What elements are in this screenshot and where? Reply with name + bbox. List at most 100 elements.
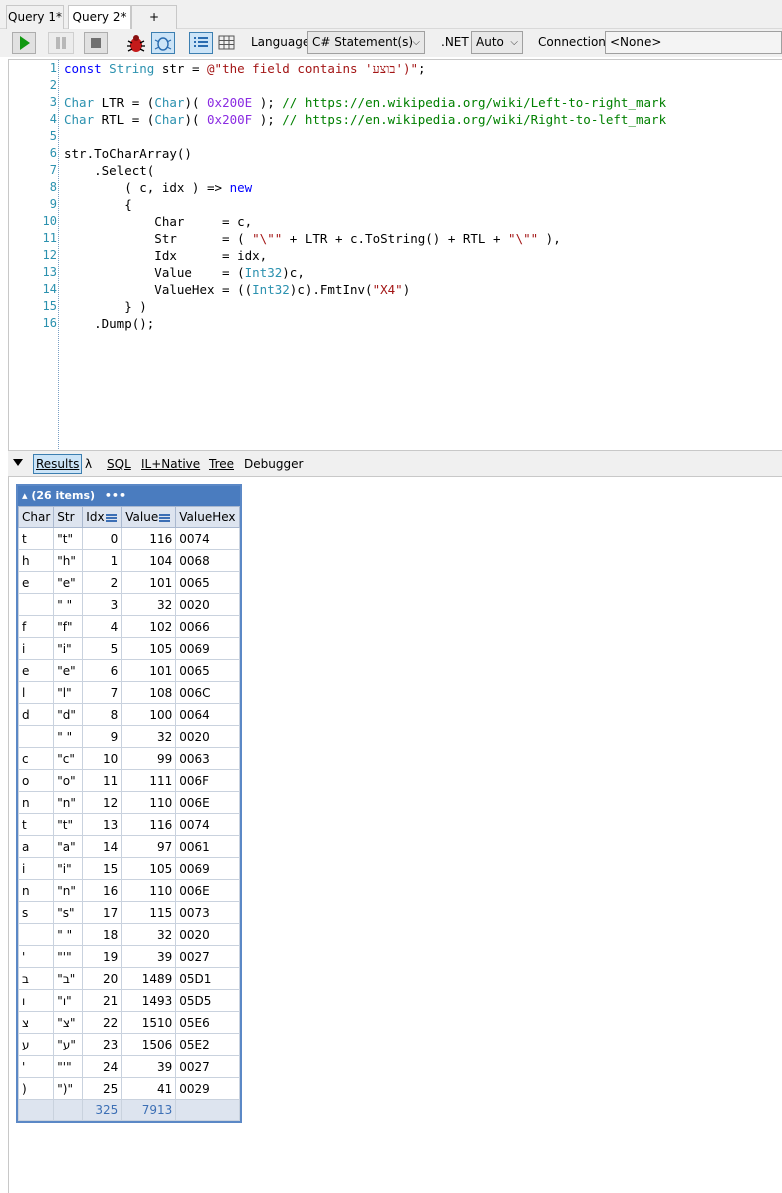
line-number: 4 — [49, 112, 57, 126]
debug-button[interactable] — [125, 33, 147, 53]
grid-title[interactable]: ▴ (26 items) — [22, 489, 95, 502]
table-cell: 100 — [121, 703, 177, 726]
line-number-gutter: 1 2 3 4 5 6 7 8 9 10 11 12 13 14 15 16 — [9, 60, 59, 449]
debug-toggle-button[interactable] — [151, 32, 175, 54]
column-total-icon[interactable] — [158, 513, 171, 522]
table-cell: 110 — [121, 791, 177, 814]
grid-header[interactable]: ▴ (26 items) ••• — [18, 486, 240, 506]
tab-results[interactable]: Results — [33, 454, 83, 474]
table-cell: 0020 — [175, 725, 240, 748]
table-cell: 1510 — [121, 1011, 177, 1034]
table-cell: 14 — [82, 835, 123, 858]
table-cell: "'" — [53, 945, 84, 968]
table-row: צ "צ" 22 1510 05E6 — [17, 1011, 240, 1034]
collapse-triangle-icon[interactable] — [13, 459, 23, 466]
bug-icon — [127, 35, 145, 52]
table-cell: 0069 — [175, 637, 240, 660]
table-row: " " 18 32 0020 — [17, 923, 240, 946]
table-cell: "i" — [53, 857, 84, 880]
column-header-char[interactable]: Char — [17, 506, 55, 528]
table-cell: 7 — [82, 681, 123, 704]
tab-lambda[interactable]: λ — [85, 456, 92, 472]
results-grid-button[interactable] — [217, 34, 237, 52]
table-cell: 0 — [82, 527, 123, 550]
column-total-icon[interactable] — [105, 513, 117, 522]
table-cell: e — [17, 571, 55, 594]
table-cell: 24 — [82, 1055, 123, 1078]
table-cell: "צ" — [53, 1011, 84, 1034]
table-cell: 0066 — [175, 615, 240, 638]
table-cell: t — [17, 527, 55, 550]
table-cell: 1506 — [121, 1033, 177, 1056]
connection-select[interactable]: <None> — [605, 31, 782, 54]
column-header-valuehex[interactable]: ValueHex — [175, 506, 240, 528]
table-cell: a — [17, 835, 55, 858]
table-cell: "t" — [53, 527, 84, 550]
table-cell: 3 — [82, 593, 123, 616]
new-tab-button[interactable]: + — [131, 5, 177, 29]
code-line: { — [64, 197, 132, 212]
grid-menu-icon[interactable]: ••• — [105, 489, 126, 502]
table-cell: " " — [53, 593, 84, 616]
code-line: Value = (Int32)c, — [64, 265, 305, 280]
table-cell: 32 — [121, 593, 177, 616]
table-cell: 41 — [121, 1077, 177, 1100]
table-cell — [17, 593, 55, 616]
language-select[interactable]: C# Statement(s) ⌵ — [307, 31, 425, 54]
table-cell: "h" — [53, 549, 84, 572]
table-cell: 18 — [82, 923, 123, 946]
table-row: d "d" 8 100 0064 — [17, 703, 240, 726]
table-cell: 32 — [121, 725, 177, 748]
table-cell: 21 — [82, 989, 123, 1012]
pause-button[interactable] — [48, 32, 74, 54]
table-row: ) ")" 25 41 0029 — [17, 1077, 240, 1100]
tab-tree[interactable]: Tree — [209, 456, 234, 472]
tab-debugger[interactable]: Debugger — [244, 456, 303, 472]
table-cell: l — [17, 681, 55, 704]
table-cell: 108 — [121, 681, 177, 704]
dotnet-value: Auto — [476, 35, 504, 49]
tab-sql[interactable]: SQL — [107, 456, 131, 472]
code-editor[interactable]: 1 2 3 4 5 6 7 8 9 10 11 12 13 14 15 16 c… — [8, 59, 782, 450]
line-number: 3 — [49, 95, 57, 109]
table-cell: "n" — [53, 791, 84, 814]
table-row: c "c" 10 99 0063 — [17, 747, 240, 770]
code-line: Idx = idx, — [64, 248, 268, 263]
column-header-label: Value — [125, 510, 159, 524]
table-row: e "e" 2 101 0065 — [17, 571, 240, 594]
results-table-body: t "t" 0 116 0074 h "h" 1 104 0068 e "e" 2 101 0065 " "… — [17, 527, 240, 1121]
table-row: t "t" 13 116 0074 — [17, 813, 240, 836]
results-grid: ▴ (26 items) ••• Char Str Idx Value Valu… — [16, 484, 242, 1123]
line-number: 13 — [42, 265, 57, 279]
table-row: f "f" 4 102 0066 — [17, 615, 240, 638]
results-rich-text-button[interactable] — [189, 32, 213, 54]
table-cell: 0027 — [175, 1055, 240, 1078]
table-cell: 9 — [82, 725, 123, 748]
stop-button[interactable] — [84, 32, 108, 54]
table-row: n "n" 16 110 006E — [17, 879, 240, 902]
tab-il-native[interactable]: IL+Native — [141, 456, 200, 472]
table-cell: "s" — [53, 901, 84, 924]
table-cell: 0073 — [175, 901, 240, 924]
column-header-value[interactable]: Value — [121, 506, 177, 528]
dotnet-select[interactable]: Auto ⌵ — [471, 31, 523, 54]
column-header-label: Idx — [86, 510, 105, 524]
column-header-str[interactable]: Str — [53, 506, 84, 528]
table-cell: 20 — [82, 967, 123, 990]
stop-icon — [91, 38, 101, 48]
line-number: 12 — [42, 248, 57, 262]
table-row: h "h" 1 104 0068 — [17, 549, 240, 572]
table-cell: "e" — [53, 571, 84, 594]
table-cell: "e" — [53, 659, 84, 682]
table-cell: 22 — [82, 1011, 123, 1034]
column-header-idx[interactable]: Idx — [82, 506, 123, 528]
tab-query-1[interactable]: Query 1* — [6, 5, 64, 29]
tab-query-2[interactable]: Query 2* — [68, 5, 131, 30]
line-number: 2 — [49, 78, 57, 92]
table-cell: 8 — [82, 703, 123, 726]
table-row: " " 9 32 0020 — [17, 725, 240, 748]
run-button[interactable] — [12, 32, 36, 54]
code-line: .Select( — [64, 163, 155, 178]
table-cell: 0069 — [175, 857, 240, 880]
table-cell: 0064 — [175, 703, 240, 726]
